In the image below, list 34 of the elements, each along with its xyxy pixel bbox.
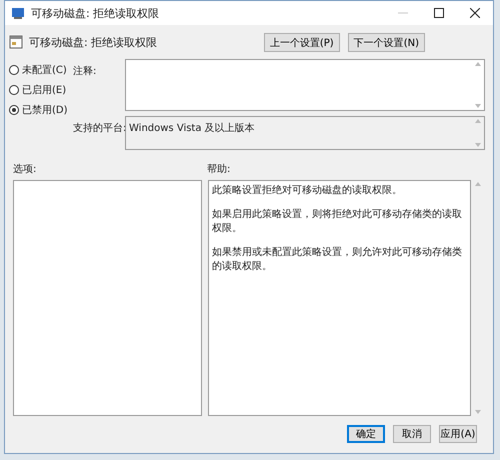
setting-icon [9, 35, 23, 49]
setting-title: 可移动磁盘: 拒绝读取权限 [29, 34, 158, 50]
nav-button[interactable]: 上一个设置(P) [264, 32, 340, 52]
help-label: 帮助: [207, 162, 230, 177]
scroll-down-icon[interactable] [475, 104, 481, 108]
options-label: 选项: [12, 162, 38, 177]
scroll-up-icon[interactable] [475, 119, 481, 123]
help-text: 如果禁用或未配置此策略设置，则允许对此可移动存储类的读取权限。 [212, 246, 463, 273]
scroll-up-icon[interactable] [475, 62, 481, 66]
comment-label: 注释: [73, 64, 98, 79]
scrollbar[interactable] [472, 60, 484, 110]
platform-label: 支持的平台: [73, 122, 125, 136]
dialog-button[interactable]: 应用(A) [439, 425, 477, 443]
scrollbar[interactable] [472, 117, 484, 149]
scroll-down-icon[interactable] [475, 410, 481, 414]
policy-icon [11, 6, 25, 20]
help-text: 如果启用此策略设置，则将拒绝对此可移动存储类的读取权限。 [212, 208, 463, 235]
maximize-icon[interactable] [434, 8, 444, 18]
radio-button[interactable] [9, 65, 19, 75]
scroll-down-icon[interactable] [475, 143, 481, 147]
radio-label[interactable]: 已启用(E) [22, 83, 66, 97]
radio-button[interactable] [9, 85, 19, 95]
platform-value: Windows Vista 及以上版本 [128, 122, 256, 136]
close-icon[interactable] [470, 8, 480, 18]
dialog-button[interactable]: 取消 [393, 425, 431, 443]
scroll-up-icon[interactable] [475, 182, 481, 186]
nav-button[interactable]: 下一个设置(N) [348, 32, 425, 52]
radio-label[interactable]: 已禁用(D) [22, 103, 68, 117]
dialog-button[interactable]: 确定 [347, 425, 385, 443]
window-title: 可移动磁盘: 拒绝读取权限 [31, 6, 160, 20]
help-text: 此策略设置拒绝对可移动磁盘的读取权限。 [212, 184, 403, 197]
comment-field[interactable] [125, 59, 485, 111]
radio-button[interactable] [9, 105, 19, 115]
radio-label[interactable]: 未配置(C) [22, 63, 67, 77]
